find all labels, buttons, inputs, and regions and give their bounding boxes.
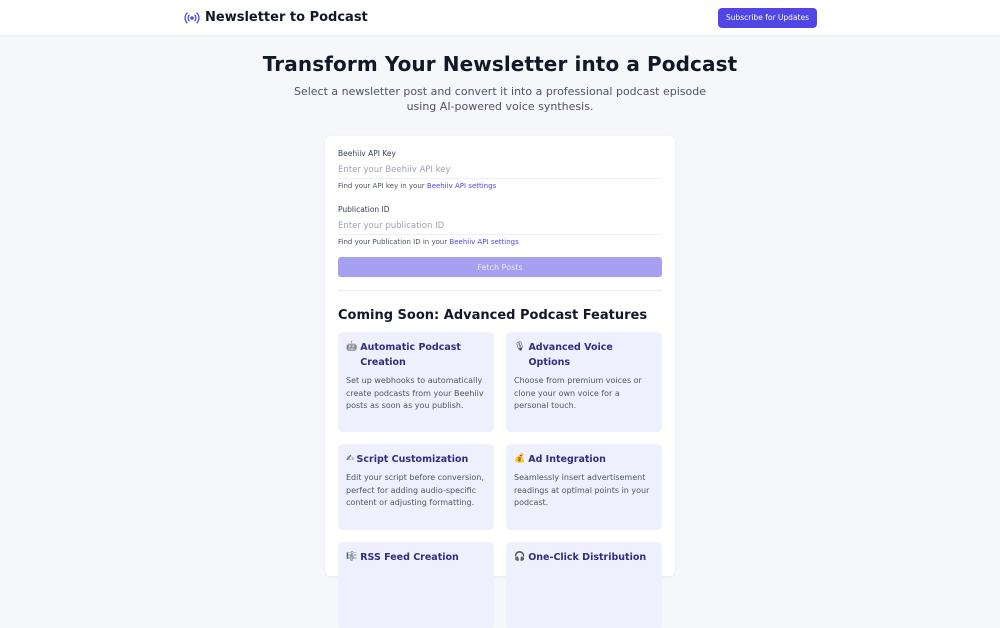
publication-id-help: Find your Publication ID in your Beehiiv…: [338, 238, 662, 246]
money-bag-icon: 💰: [514, 454, 526, 464]
feature-description: Set up webhooks to automatically create …: [346, 376, 484, 410]
hero: Transform Your Newsletter into a Podcast…: [0, 52, 1000, 114]
feature-card: 🎼 RSS Feed Creation: [338, 542, 494, 628]
features-grid: 🤖 Automatic Podcast Creation Set up webho…: [338, 332, 662, 628]
main-card: Beehiiv API Key Find your API key in you…: [325, 136, 675, 628]
api-key-field-group: Beehiiv API Key Find your API key in you…: [338, 149, 662, 190]
page-subtitle: Select a newsletter post and convert it …: [293, 85, 707, 113]
feature-title: Script Customization: [356, 454, 469, 465]
robot-icon: 🤖: [346, 342, 358, 352]
publication-id-label: Publication ID: [338, 205, 390, 214]
feature-card: 🎙 Advanced Voice Options Choose from prem…: [506, 332, 662, 432]
brand-title: Newsletter to Podcast: [205, 10, 368, 25]
api-key-help: Find your API key in your Beehiiv API se…: [338, 182, 662, 190]
api-key-label: Beehiiv API Key: [338, 149, 396, 158]
feature-description: Choose from premium voices or clone your…: [514, 376, 642, 410]
feature-card: 🤖 Automatic Podcast Creation Set up webho…: [338, 332, 494, 432]
microphone-icon: 🎙: [514, 342, 526, 352]
features-title: Coming Soon: Advanced Podcast Features: [338, 308, 648, 323]
brand[interactable]: Newsletter to Podcast: [184, 10, 368, 26]
publication-id-settings-link[interactable]: Beehiiv API settings: [449, 238, 518, 246]
api-key-help-text: Find your API key in your: [338, 182, 427, 190]
feature-card: 🎧 One-Click Distribution: [506, 542, 662, 628]
feature-title: Automatic Podcast Creation: [360, 342, 461, 368]
page-title: Transform Your Newsletter into a Podcast: [262, 52, 738, 76]
divider: [338, 290, 662, 291]
pen-icon: ✍: [346, 454, 354, 464]
broadcast-icon: [184, 11, 200, 24]
feature-card: 💰 Ad Integration Seamlessly insert advert…: [506, 444, 662, 530]
publication-id-field-group: Publication ID Find your Publication ID …: [338, 205, 662, 246]
top-navbar: Newsletter to Podcast Subscribe for Upda…: [0, 0, 1000, 36]
publication-id-help-text: Find your Publication ID in your: [338, 238, 450, 246]
feature-description: Edit your script before conversion, perf…: [346, 473, 484, 507]
api-key-settings-link[interactable]: Beehiiv API settings: [427, 182, 496, 190]
feature-title: Ad Integration: [528, 454, 606, 465]
feature-title: Advanced Voice Options: [528, 342, 613, 368]
publication-id-input[interactable]: [338, 218, 662, 235]
subscribe-button[interactable]: Subscribe for Updates: [718, 7, 817, 28]
fetch-posts-button[interactable]: Fetch Posts: [338, 257, 662, 277]
feature-card: ✍ Script Customization Edit your script b…: [338, 444, 494, 530]
api-key-input[interactable]: [338, 162, 662, 179]
feature-description: Seamlessly insert advertisement readings…: [514, 473, 650, 507]
